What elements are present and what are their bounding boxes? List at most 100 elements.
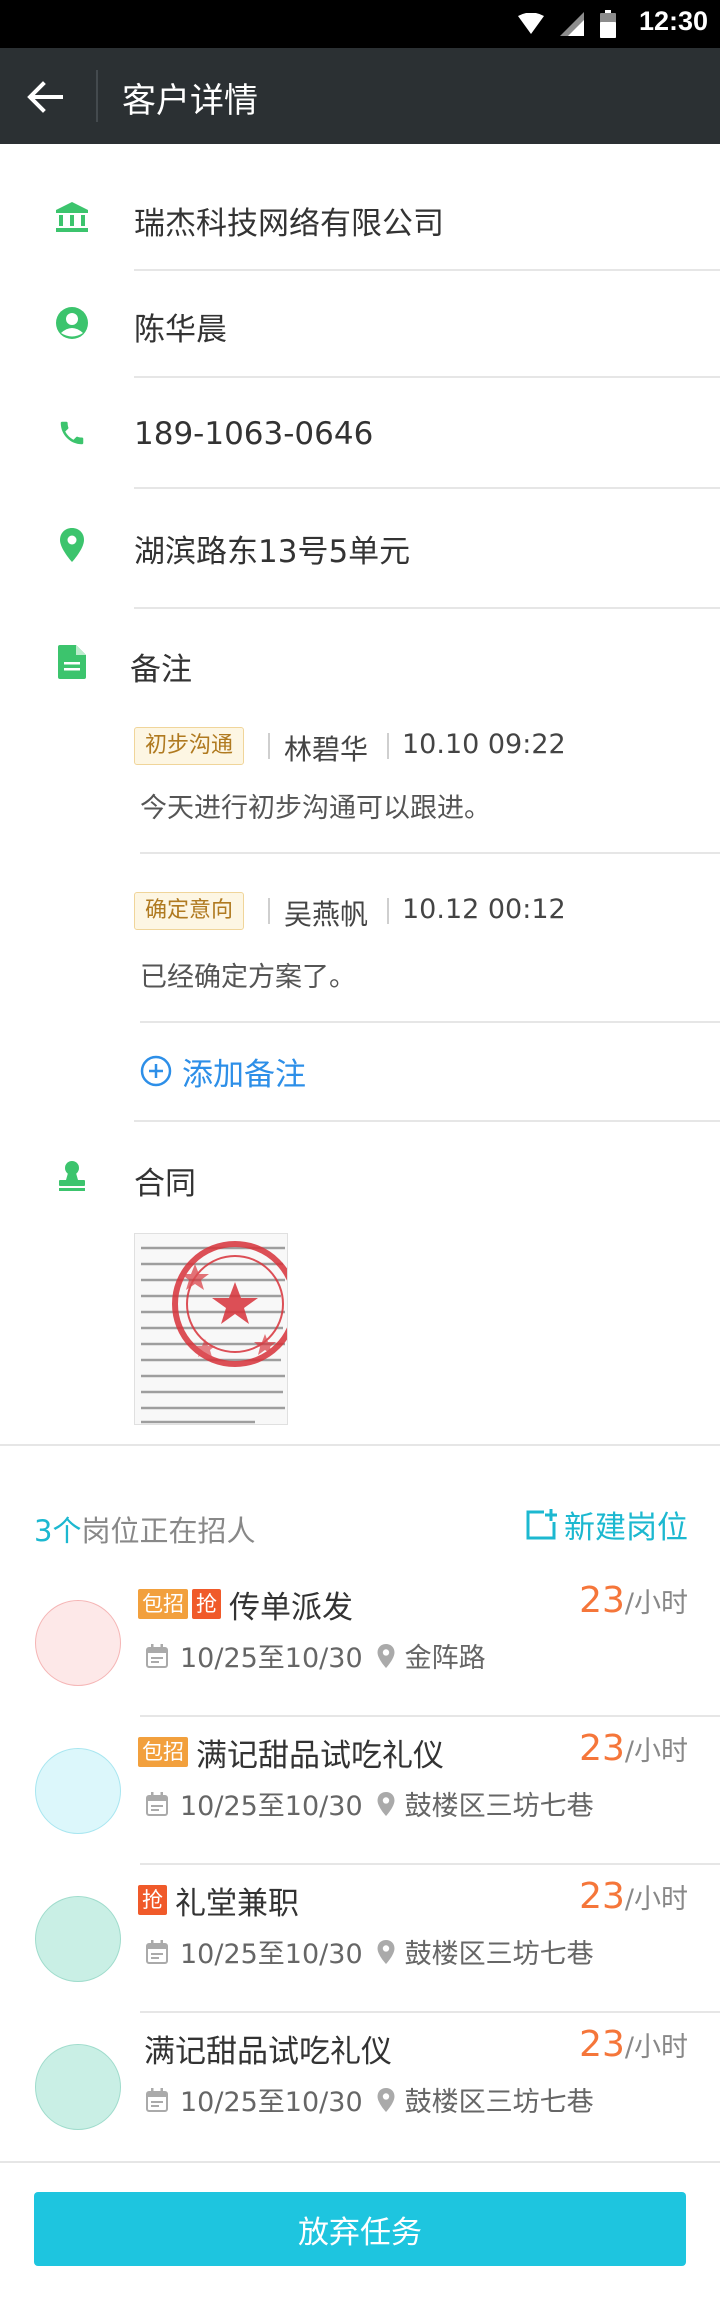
note-time: 10.10 09:22: [402, 729, 566, 760]
location-pin-icon: [377, 1791, 395, 1816]
battery-icon: [600, 10, 616, 38]
status-icons: [518, 9, 616, 39]
divider: [140, 852, 720, 854]
note-author: 林碧华: [284, 733, 369, 766]
job-location: 金阵路: [404, 1643, 486, 1674]
grab-badge: 抢: [138, 1885, 167, 1915]
divider: [140, 1715, 720, 1717]
note-author: 吴燕帆: [284, 898, 369, 931]
calendar-icon: [146, 1939, 168, 1964]
rate-value: 23: [579, 1728, 625, 1769]
grab-badge: 抢: [192, 1589, 221, 1619]
calendar-icon: [146, 1643, 168, 1668]
contact-row: 陈华晨: [0, 271, 720, 376]
phone-row[interactable]: 189-1063-0646: [0, 378, 720, 488]
company-name: 瑞杰科技网络有限公司: [134, 206, 444, 242]
page-title: 客户详情: [122, 81, 258, 121]
phone-icon: [54, 415, 90, 451]
notes-header: 备注: [0, 609, 720, 709]
notes-title: 备注: [130, 652, 192, 688]
guarantee-badge: 包招: [138, 1737, 188, 1767]
job-meta: 10/25至10/30 鼓楼区三坊七巷: [146, 2080, 594, 2119]
job-title-line: 抢礼堂兼职: [138, 1878, 299, 1922]
plus-circle-icon: [140, 1055, 172, 1087]
job-title-line: 包招抢传单派发: [138, 1582, 353, 1626]
job-meta: 10/25至10/30 鼓楼区三坊七巷: [146, 1784, 594, 1823]
note-content: 今天进行初步沟通可以跟进。: [140, 793, 491, 824]
signal-icon: [560, 12, 584, 36]
job-date: 10/25至10/30: [180, 2087, 363, 2118]
separator: [268, 733, 270, 759]
job-title-line: 满记甜品试吃礼仪: [138, 2026, 392, 2070]
divider: [140, 2011, 720, 2013]
separator: [387, 898, 389, 924]
job-date: 10/25至10/30: [180, 1939, 363, 1970]
abandon-task-button[interactable]: 放弃任务: [34, 2192, 686, 2266]
job-date: 10/25至10/30: [180, 1791, 363, 1822]
new-job-label: 新建岗位: [564, 1510, 688, 1546]
rate-unit: /小时: [624, 1588, 688, 1619]
back-button[interactable]: [22, 74, 68, 120]
job-location: 鼓楼区三坊七巷: [404, 1939, 594, 1970]
bank-icon: [54, 199, 90, 235]
job-rate: 23/小时: [579, 2024, 688, 2065]
calendar-icon: [146, 2087, 168, 2112]
rate-unit: /小时: [624, 1736, 688, 1767]
contract-header: 合同: [0, 1122, 720, 1232]
location-pin-icon: [377, 2087, 395, 2112]
job-item[interactable]: 包招抢传单派发 10/25至10/30 金阵路 23/小时: [0, 1580, 720, 1730]
add-note-label: 添加备注: [182, 1056, 306, 1093]
jobs-count: 3个: [34, 1514, 82, 1548]
job-avatar: [35, 1896, 121, 1982]
job-avatar: [35, 1600, 121, 1686]
jobs-header: 3个岗位正在招人: [34, 1508, 255, 1550]
company-row: 瑞杰科技网络有限公司: [0, 144, 720, 270]
phone-number: 189-1063-0646: [134, 416, 374, 452]
job-meta: 10/25至10/30 鼓楼区三坊七巷: [146, 1932, 594, 1971]
red-seal-stamp: [172, 1241, 287, 1367]
rate-value: 23: [579, 1876, 625, 1917]
job-title-line: 包招 满记甜品试吃礼仪: [138, 1730, 444, 1774]
job-title: 满记甜品试吃礼仪: [144, 2033, 392, 2070]
guarantee-badge: 包招: [138, 1589, 188, 1619]
job-item[interactable]: 抢礼堂兼职 10/25至10/30 鼓楼区三坊七巷 23/小时: [0, 1876, 720, 2026]
account-circle-icon: [54, 305, 90, 341]
rate-value: 23: [579, 2024, 625, 2065]
section-divider: [0, 1444, 720, 1446]
add-box-icon: [526, 1508, 557, 1539]
job-avatar: [35, 1748, 121, 1834]
job-meta: 10/25至10/30 金阵路: [146, 1636, 486, 1675]
note-time: 10.12 00:12: [402, 894, 566, 925]
contract-title: 合同: [134, 1166, 196, 1202]
address-row: 湖滨路东13号5单元: [0, 489, 720, 607]
location-pin-icon: [377, 1643, 395, 1668]
status-bar: 12:30: [0, 0, 720, 48]
document-icon: [54, 644, 90, 680]
divider: [0, 2161, 720, 2163]
note-content: 已经确定方案了。: [140, 962, 356, 993]
location-pin-icon: [377, 1939, 395, 1964]
address-text: 湖滨路东13号5单元: [134, 534, 411, 570]
job-item[interactable]: 包招 满记甜品试吃礼仪 10/25至10/30 鼓楼区三坊七巷 23/小时: [0, 1728, 720, 1878]
add-note-button[interactable]: 添加备注: [140, 1047, 306, 1095]
note-tag: 确定意向: [134, 892, 245, 930]
separator: [268, 898, 270, 924]
job-date: 10/25至10/30: [180, 1643, 363, 1674]
job-rate: 23/小时: [579, 1580, 688, 1621]
job-title: 传单派发: [229, 1589, 353, 1626]
new-job-button[interactable]: 新建岗位: [524, 1502, 688, 1547]
contact-name: 陈华晨: [134, 312, 227, 348]
job-item[interactable]: 满记甜品试吃礼仪 10/25至10/30 鼓楼区三坊七巷 23/小时: [0, 2024, 720, 2174]
location-pin-icon: [54, 527, 90, 563]
rate-value: 23: [579, 1580, 625, 1621]
jobs-header-label: 岗位正在招人: [81, 1514, 256, 1548]
rate-unit: /小时: [624, 2032, 688, 2063]
app-bar: 客户详情: [0, 48, 720, 144]
separator: [387, 733, 389, 759]
divider: [140, 1021, 720, 1023]
contract-thumbnail[interactable]: [134, 1233, 288, 1425]
job-title: 礼堂兼职: [175, 1885, 299, 1922]
job-rate: 23/小时: [579, 1728, 688, 1769]
job-title: 满记甜品试吃礼仪: [196, 1737, 444, 1774]
arrow-left-icon: [27, 81, 63, 113]
